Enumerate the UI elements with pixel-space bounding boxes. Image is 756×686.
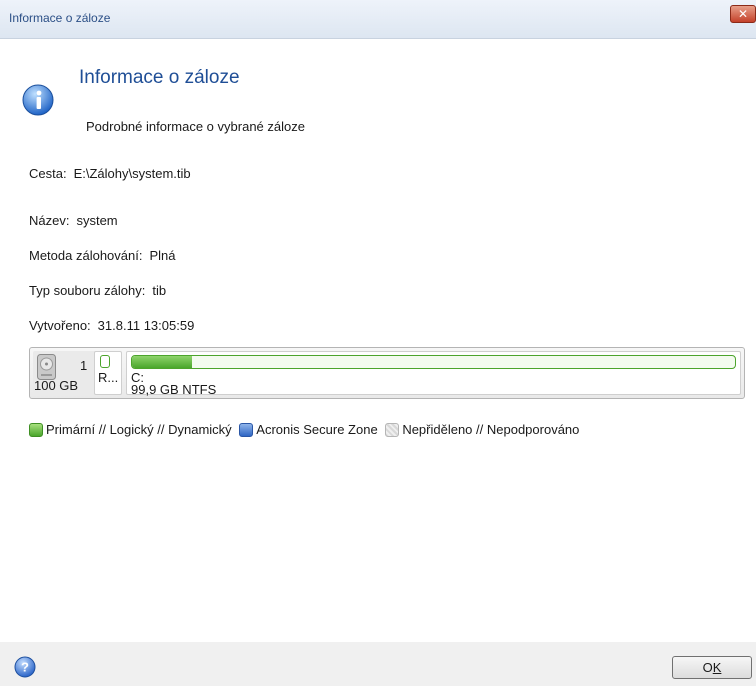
hdd-icon xyxy=(37,354,56,380)
primary-swatch-icon xyxy=(29,423,43,438)
close-button[interactable]: ✕ xyxy=(730,5,756,23)
legend: Primární // Logický // Dynamický Acronis… xyxy=(29,421,583,439)
help-icon[interactable]: ? xyxy=(14,656,36,678)
partition-c-usage-fill xyxy=(132,356,193,368)
info-icon xyxy=(22,84,54,116)
legend-primary-label: Primární // Logický // Dynamický xyxy=(46,422,232,438)
title-bar: Informace o záloze ✕ xyxy=(0,0,756,39)
method-value: Plná xyxy=(149,248,176,263)
path-field: Cesta: E:\Zálohy\system.tib xyxy=(29,166,191,181)
path-label: Cesta: xyxy=(29,166,67,181)
partition-c-usage-bar xyxy=(131,355,736,369)
dialog-footer: ? OK xyxy=(0,642,756,686)
partition-c[interactable]: C: 99,9 GB NTFS xyxy=(126,351,741,397)
path-value: E:\Zálohy\system.tib xyxy=(73,166,191,181)
legend-unallocated: Nepřiděleno // Nepodporováno xyxy=(385,422,580,438)
page-subtitle: Podrobné informace o vybrané záloze xyxy=(86,119,305,134)
legend-primary: Primární // Logický // Dynamický xyxy=(29,422,232,438)
disk-size: 100 GB xyxy=(34,378,79,393)
created-value: 31.8.11 13:05:59 xyxy=(97,318,195,333)
unallocated-swatch-icon xyxy=(385,423,400,438)
disk-number: 1 xyxy=(80,358,88,373)
method-label: Metoda zálohování: xyxy=(29,248,143,263)
name-value: system xyxy=(76,213,118,228)
secure-zone-swatch-icon xyxy=(239,423,254,438)
page-title: Informace o záloze xyxy=(79,67,240,88)
created-field: Vytvořeno: 31.8.11 13:05:59 xyxy=(29,318,194,333)
window-title: Informace o záloze xyxy=(9,11,111,25)
legend-unallocated-label: Nepřiděleno // Nepodporováno xyxy=(402,422,580,438)
ok-button[interactable]: OK xyxy=(672,656,752,679)
name-label: Název: xyxy=(29,213,70,228)
disk-map: 1 100 GB R... C: 99,9 GB NTFS xyxy=(29,347,745,399)
method-field: Metoda zálohování: Plná xyxy=(29,248,176,263)
svg-text:?: ? xyxy=(21,660,29,675)
partition-r[interactable]: R... xyxy=(94,351,122,395)
partition-r-label: R... xyxy=(98,370,119,385)
legend-secure-zone-label: Acronis Secure Zone xyxy=(256,422,378,438)
file-type-label: Typ souboru zálohy: xyxy=(29,283,146,298)
ok-label-accesskey: K xyxy=(712,660,722,675)
partition-r-usage-bar xyxy=(100,355,110,368)
file-type-value: tib xyxy=(152,283,167,298)
created-label: Vytvořeno: xyxy=(29,318,91,333)
partition-c-details: 99,9 GB NTFS xyxy=(131,382,217,397)
file-type-field: Typ souboru zálohy: tib xyxy=(29,283,166,298)
ok-label-prefix: O xyxy=(702,660,713,675)
name-field: Název: system xyxy=(29,213,118,228)
legend-secure-zone: Acronis Secure Zone xyxy=(239,422,378,438)
